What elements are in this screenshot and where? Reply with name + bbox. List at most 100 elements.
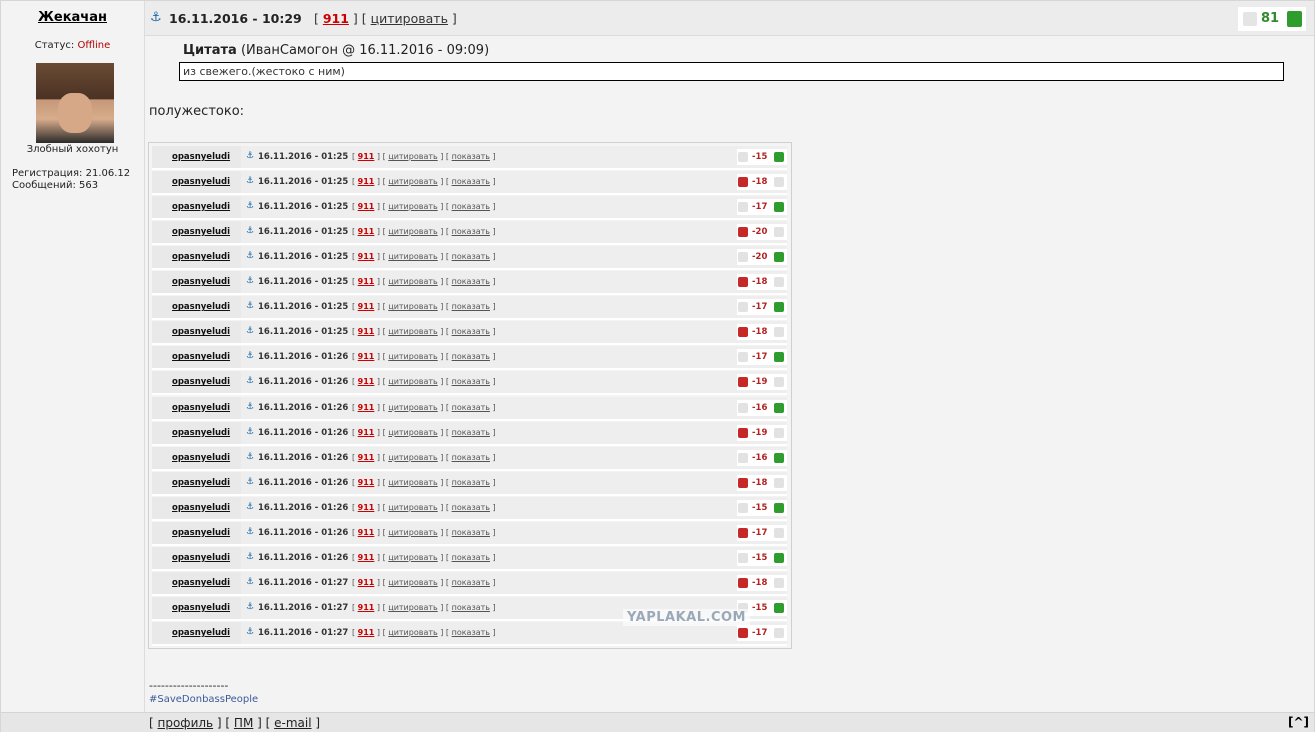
row-quote-link[interactable]: цитировать [388,252,437,261]
anchor-icon[interactable]: ⚓ [246,502,254,512]
thumb-down-icon[interactable] [738,477,748,488]
row-quote-link[interactable]: цитировать [388,302,437,311]
email-link[interactable]: e-mail [274,716,311,730]
anchor-icon[interactable]: ⚓ [246,201,254,211]
row-show-link[interactable]: показать [452,277,490,286]
anchor-icon[interactable]: ⚓ [246,176,254,186]
row-quote-link[interactable]: цитировать [388,578,437,587]
row-show-link[interactable]: показать [452,628,490,637]
anchor-icon[interactable]: ⚓ [246,326,254,336]
anchor-icon[interactable]: ⚓ [246,226,254,236]
thumb-down-icon[interactable] [738,202,748,213]
row-911-link[interactable]: 911 [358,553,375,562]
row-quote-link[interactable]: цитировать [388,227,437,236]
row-quote-link[interactable]: цитировать [388,553,437,562]
thumb-up-icon[interactable] [774,327,784,338]
anchor-icon[interactable]: ⚓ [246,427,254,437]
thumb-down-icon[interactable] [738,277,748,288]
anchor-icon[interactable]: ⚓ [246,301,254,311]
thumb-down-icon[interactable] [738,252,748,263]
row-quote-link[interactable]: цитировать [388,352,437,361]
row-911-link[interactable]: 911 [358,227,375,236]
thumb-down-icon[interactable] [738,227,748,238]
row-911-link[interactable]: 911 [358,628,375,637]
anchor-icon[interactable]: ⚓ [246,527,254,537]
thumb-down-icon[interactable] [738,627,748,638]
row-username[interactable]: opasnyeludi [172,428,230,438]
row-show-link[interactable]: показать [452,403,490,412]
anchor-icon[interactable]: ⚓ [246,552,254,562]
thumb-up-icon[interactable] [774,402,784,413]
row-quote-link[interactable]: цитировать [388,177,437,186]
row-username[interactable]: opasnyeludi [172,252,230,262]
report-911-link[interactable]: 911 [323,11,349,26]
anchor-icon[interactable]: ⚓ [246,402,254,412]
anchor-icon[interactable]: ⚓ [246,351,254,361]
row-911-link[interactable]: 911 [358,377,375,386]
row-911-link[interactable]: 911 [358,152,375,161]
thumb-down-icon[interactable] [738,377,748,388]
row-show-link[interactable]: показать [452,478,490,487]
row-show-link[interactable]: показать [452,352,490,361]
row-911-link[interactable]: 911 [358,403,375,412]
row-quote-link[interactable]: цитировать [388,202,437,211]
row-911-link[interactable]: 911 [358,503,375,512]
row-show-link[interactable]: показать [452,377,490,386]
embedded-screenshot[interactable]: opasnyeludi ⚓ 16.11.2016 - 01:25[ 911 ] [ … [148,142,792,649]
thumb-up-icon[interactable] [1287,11,1302,27]
thumb-up-icon[interactable] [774,202,784,213]
row-quote-link[interactable]: цитировать [388,152,437,161]
thumb-up-icon[interactable] [774,177,784,188]
thumb-up-icon[interactable] [774,477,784,488]
row-911-link[interactable]: 911 [358,528,375,537]
row-username[interactable]: opasnyeludi [172,302,230,312]
profile-link[interactable]: профиль [158,716,214,730]
thumb-down-icon[interactable] [738,327,748,338]
thumb-down-icon[interactable] [738,577,748,588]
row-username[interactable]: opasnyeludi [172,352,230,362]
thumb-down-icon[interactable] [738,452,748,463]
quote-link[interactable]: цитировать [371,11,448,26]
scroll-top-button[interactable]: [^] [1288,715,1309,729]
thumb-up-icon[interactable] [774,302,784,313]
anchor-icon[interactable]: ⚓ [246,151,254,161]
row-show-link[interactable]: показать [452,428,490,437]
anchor-icon[interactable]: ⚓ [246,251,254,261]
thumb-up-icon[interactable] [774,452,784,463]
row-quote-link[interactable]: цитировать [388,428,437,437]
thumb-down-icon[interactable] [738,302,748,313]
row-show-link[interactable]: показать [452,578,490,587]
row-show-link[interactable]: показать [452,453,490,462]
thumb-down-icon[interactable] [738,402,748,413]
thumb-down-icon[interactable] [738,552,748,563]
thumb-down-icon[interactable] [738,177,748,188]
row-911-link[interactable]: 911 [358,352,375,361]
thumb-up-icon[interactable] [774,502,784,513]
row-username[interactable]: opasnyeludi [172,603,230,613]
row-911-link[interactable]: 911 [358,327,375,336]
row-show-link[interactable]: показать [452,302,490,311]
author-name-link[interactable]: Жекачан [1,10,144,25]
row-quote-link[interactable]: цитировать [388,503,437,512]
row-username[interactable]: opasnyeludi [172,403,230,413]
thumb-up-icon[interactable] [774,277,784,288]
row-911-link[interactable]: 911 [358,478,375,487]
signature-hashtag[interactable]: #SaveDonbassPeople [149,694,258,705]
thumb-down-icon[interactable] [738,527,748,538]
row-911-link[interactable]: 911 [358,578,375,587]
row-quote-link[interactable]: цитировать [388,603,437,612]
row-show-link[interactable]: показать [452,202,490,211]
row-show-link[interactable]: показать [452,553,490,562]
row-quote-link[interactable]: цитировать [388,277,437,286]
thumb-down-icon[interactable] [738,427,748,438]
thumb-up-icon[interactable] [774,252,784,263]
row-911-link[interactable]: 911 [358,453,375,462]
pm-link[interactable]: ПМ [234,716,253,730]
row-username[interactable]: opasnyeludi [172,578,230,588]
row-username[interactable]: opasnyeludi [172,277,230,287]
anchor-icon[interactable]: ⚓ [246,276,254,286]
thumb-up-icon[interactable] [774,352,784,363]
thumb-up-icon[interactable] [774,152,784,162]
avatar[interactable] [36,63,114,143]
anchor-icon[interactable]: ⚓ [150,10,162,25]
